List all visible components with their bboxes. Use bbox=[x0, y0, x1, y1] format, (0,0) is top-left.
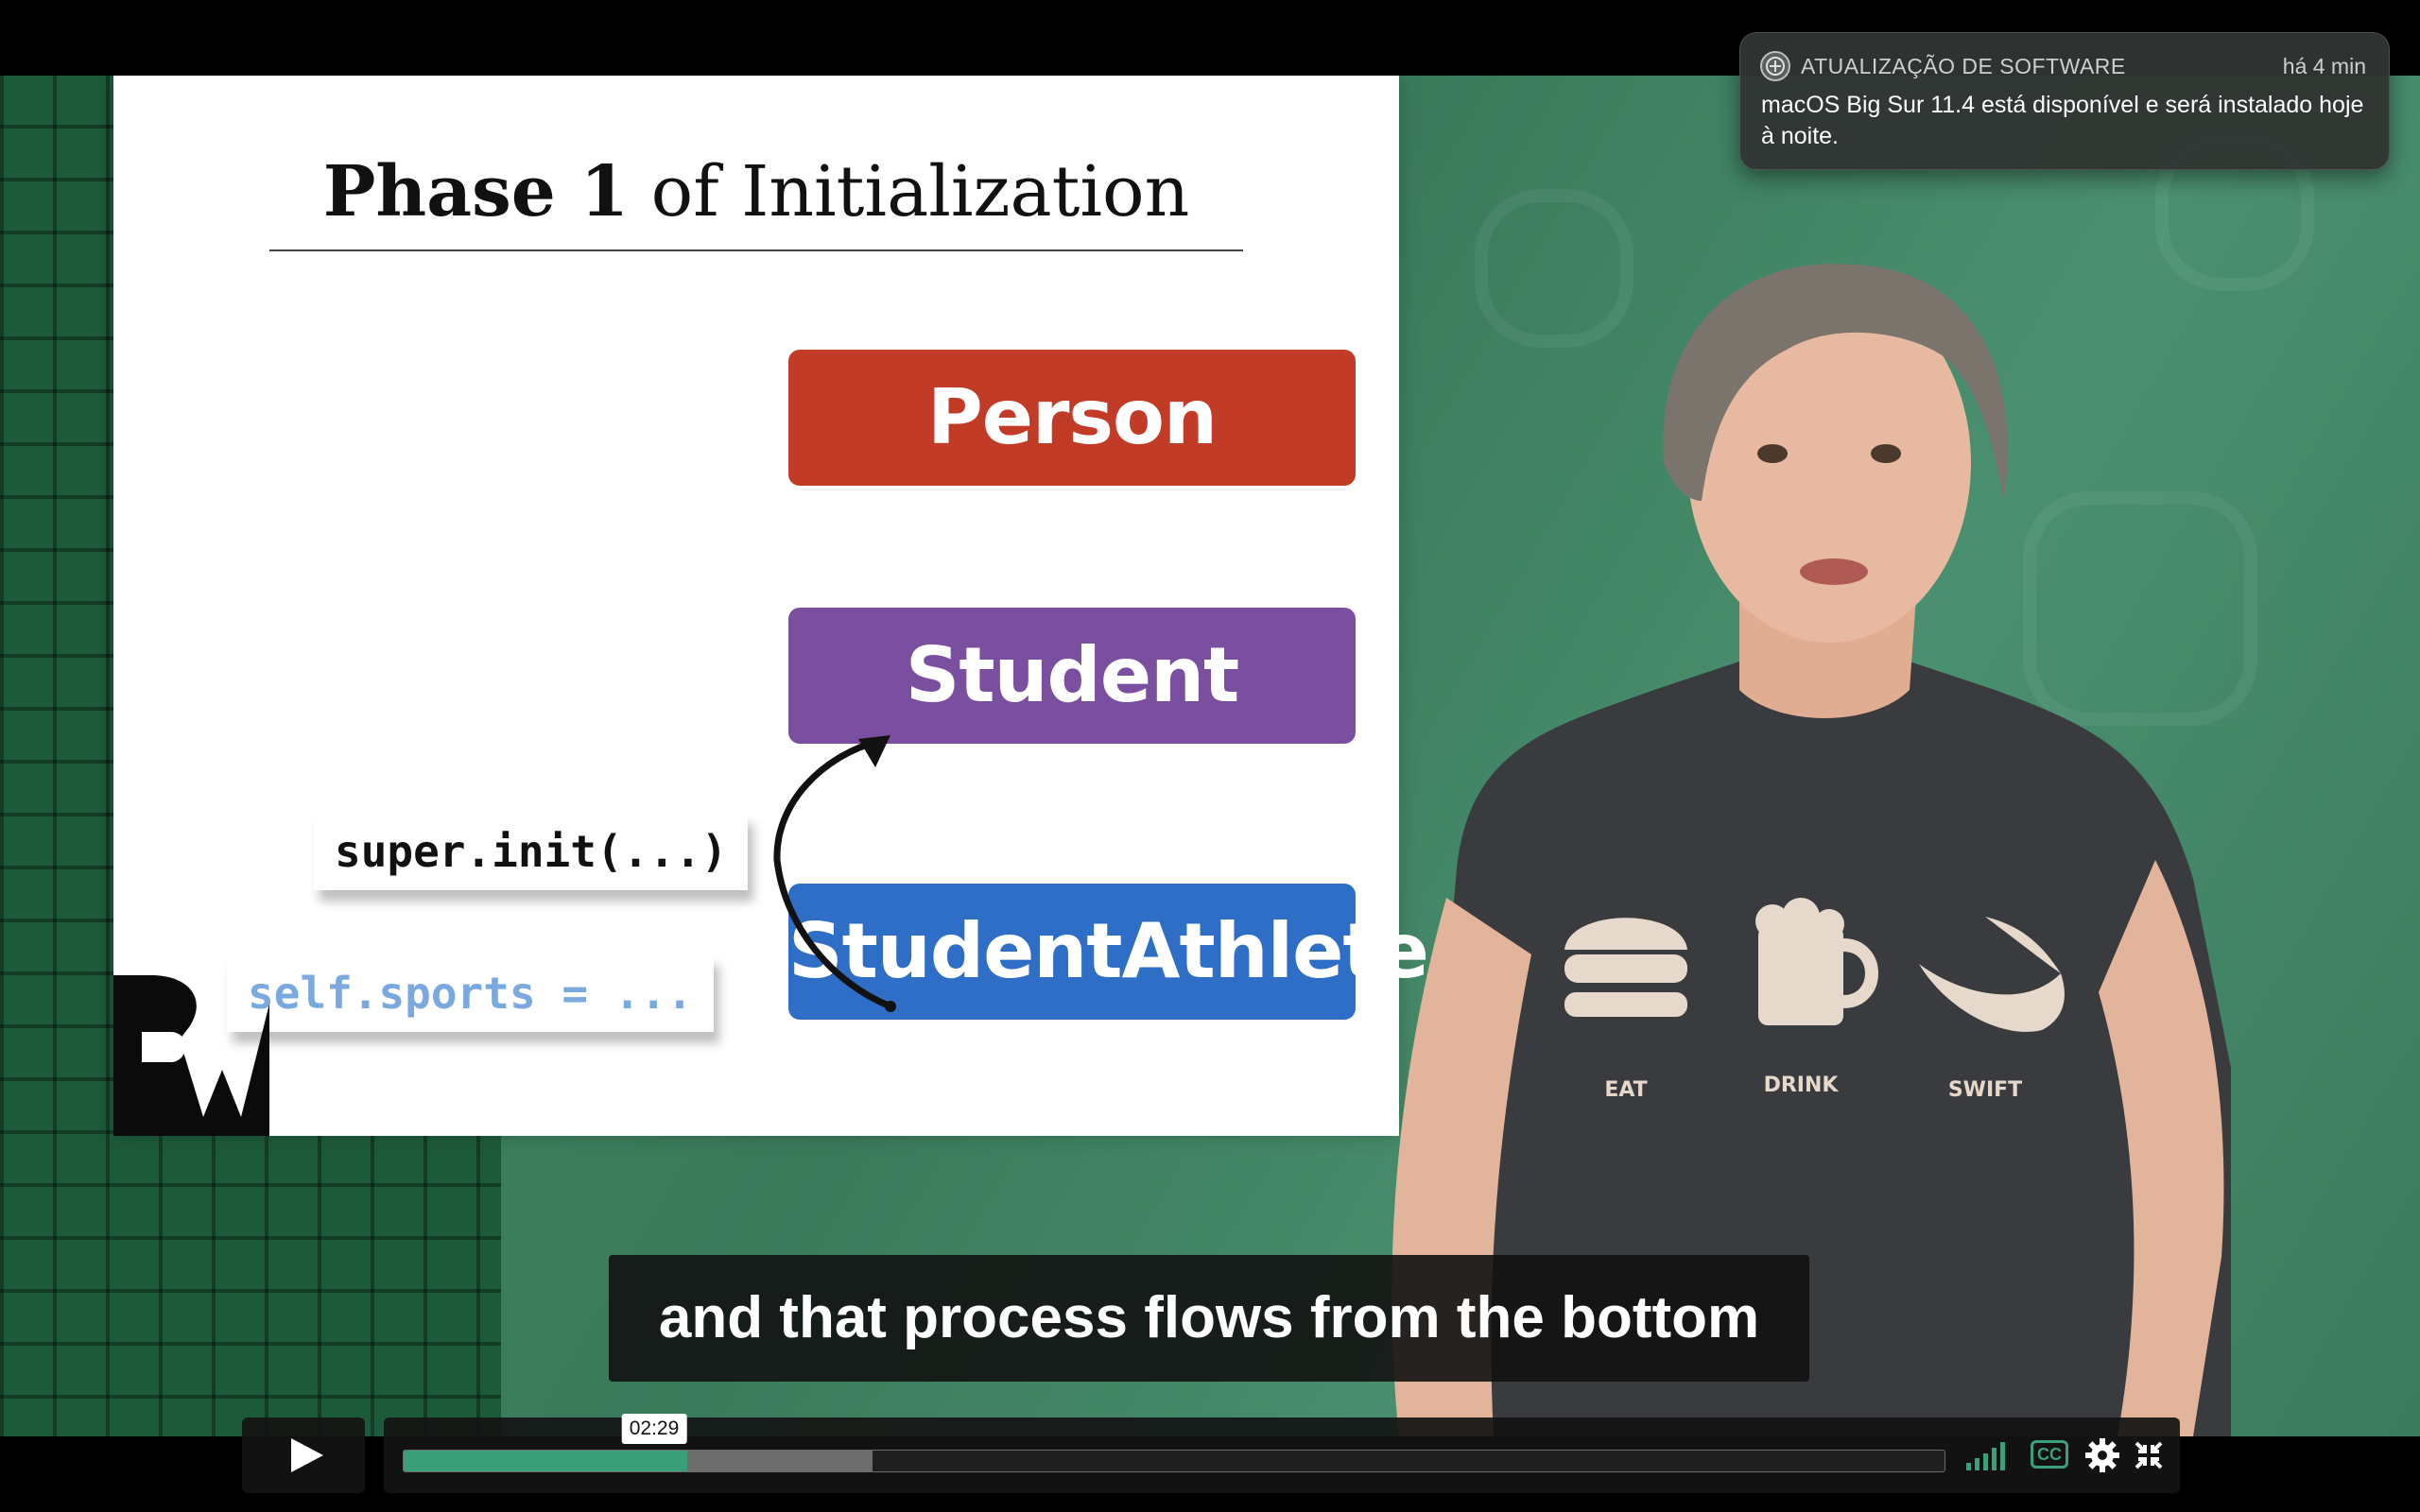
video-frame[interactable]: Phase 1 of Initialization Person Student… bbox=[0, 76, 2420, 1436]
play-button[interactable] bbox=[242, 1418, 365, 1493]
title-divider bbox=[269, 249, 1243, 251]
software-update-icon bbox=[1760, 51, 1790, 81]
gear-icon[interactable] bbox=[2085, 1438, 2119, 1472]
presenter: EAT DRINK SWIFT bbox=[1392, 264, 2231, 1436]
background-tiles-bottom bbox=[0, 1134, 501, 1436]
software-update-notification[interactable]: ATUALIZAÇÃO DE SOFTWARE há 4 min macOS B… bbox=[1739, 32, 2390, 170]
time-tooltip: 02:29 bbox=[621, 1414, 687, 1444]
slide-title-rest: of Initialization bbox=[629, 151, 1190, 232]
progress-track[interactable] bbox=[403, 1450, 1945, 1472]
player-control-bar: 02:29 CC bbox=[384, 1414, 2180, 1493]
presentation-slide: Phase 1 of Initialization Person Student… bbox=[113, 76, 1429, 1136]
play-icon bbox=[291, 1438, 323, 1472]
class-box-person: Person bbox=[788, 350, 1356, 486]
cc-icon[interactable]: CC bbox=[2031, 1440, 2068, 1469]
shirt-eat: EAT bbox=[1604, 1078, 1647, 1102]
caption-subtitle: and that process flows from the bottom bbox=[609, 1255, 1809, 1382]
code-super-init: super.init(...) bbox=[314, 813, 749, 890]
slide-title: Phase 1 of Initialization bbox=[113, 151, 1399, 232]
slide-title-bold: Phase 1 bbox=[322, 151, 630, 232]
notification-app-name: ATUALIZAÇÃO DE SOFTWARE bbox=[1801, 54, 2126, 78]
notification-body: macOS Big Sur 11.4 está disponível e ser… bbox=[1761, 92, 2364, 149]
progress-played bbox=[404, 1451, 687, 1471]
raywenderlich-logo bbox=[113, 975, 269, 1136]
code-self-sports: self.sports = ... bbox=[227, 954, 714, 1032]
volume-icon[interactable] bbox=[1966, 1438, 2010, 1472]
shirt-drink: DRINK bbox=[1764, 1074, 1840, 1097]
shirt-swift: SWIFT bbox=[1948, 1078, 2022, 1102]
notification-time: há 4 min bbox=[2282, 54, 2366, 78]
fullscreen-exit-icon[interactable] bbox=[2135, 1438, 2163, 1472]
